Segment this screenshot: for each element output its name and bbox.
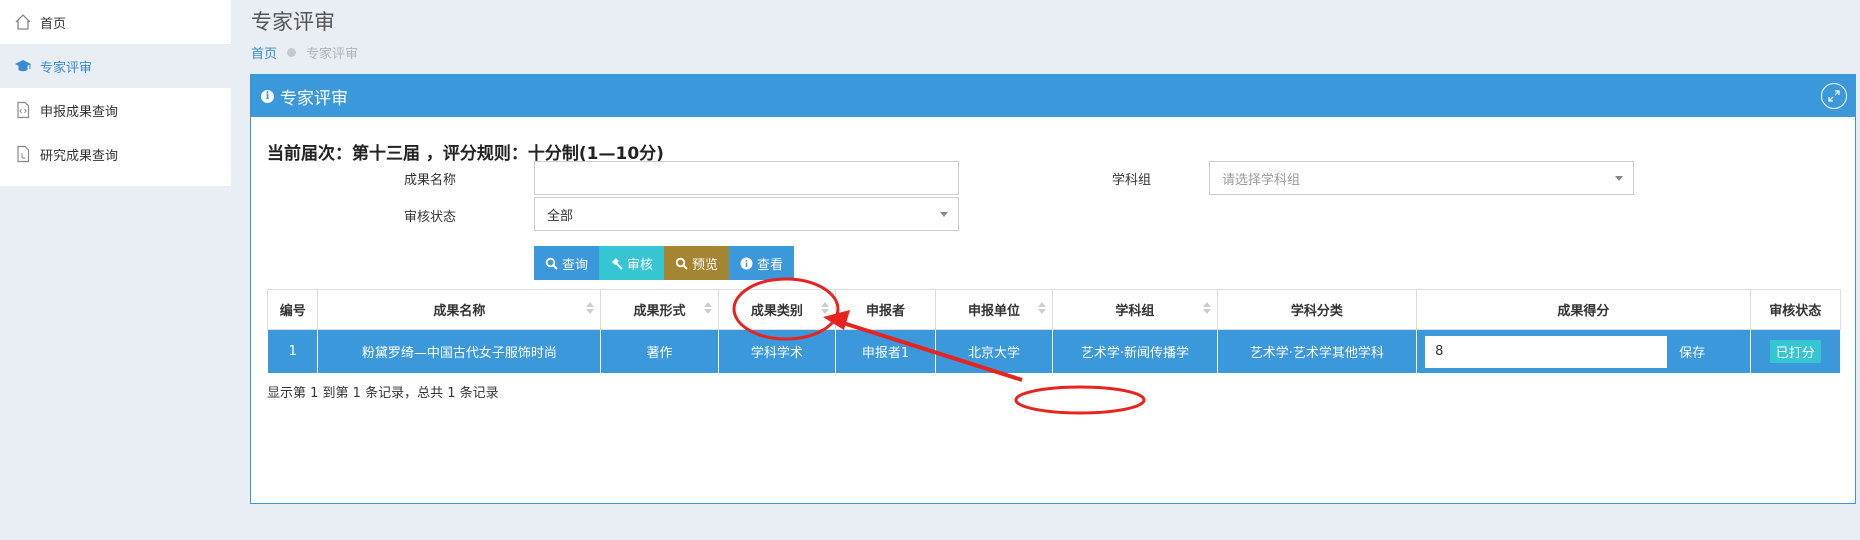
view-button[interactable]: 查看 <box>729 246 795 280</box>
breadcrumb: 首页 专家评审 <box>251 43 358 62</box>
breadcrumb-current: 专家评审 <box>306 47 359 62</box>
expert-review-panel: i 专家评审 当前届次：第十三届 ，评分规则：十分制(1—10分) 成果名称 学… <box>250 74 1856 504</box>
col-header-form[interactable]: 成果形式 <box>600 289 719 330</box>
col-header-applicant[interactable]: 申报者 <box>835 289 936 330</box>
col-header-status[interactable]: 审核状态 <box>1749 289 1842 330</box>
results-table: 编号 成果名称 成果形式 成果类别 申报者 申报单位 学科组 学科分类 成果得分… <box>266 289 1842 374</box>
col-header-category[interactable]: 成果类别 <box>717 289 837 330</box>
sidebar-item-label: 研究成果查询 <box>40 148 119 164</box>
graduation-cap-icon <box>14 57 32 75</box>
pagination-info: 显示第 1 到第 1 条记录，总共 1 条记录 <box>267 386 499 401</box>
cell-category: 学科学术 <box>717 329 837 374</box>
info-icon: i <box>261 89 274 103</box>
cell-score: 8 保存 <box>1416 329 1751 374</box>
search-icon <box>545 257 558 270</box>
code-file-icon <box>14 101 32 119</box>
gavel-icon <box>612 257 623 270</box>
audit-button[interactable]: 审核 <box>599 246 665 280</box>
fullscreen-button[interactable] <box>1821 83 1847 109</box>
query-button[interactable]: 查询 <box>534 246 600 280</box>
status-filter-select[interactable]: 全部 <box>534 197 959 231</box>
sidebar-item-research-query[interactable]: 研究成果查询 <box>0 132 231 176</box>
col-header-no[interactable]: 编号 <box>266 289 319 330</box>
name-filter-label: 成果名称 <box>403 173 456 188</box>
subject-group-label: 学科组 <box>1111 173 1151 188</box>
cell-applicant: 申报者1 <box>835 329 936 374</box>
status-badge: 已打分 <box>1769 340 1821 363</box>
cell-form: 著作 <box>600 329 719 374</box>
preview-button-label: 预览 <box>692 257 719 273</box>
chevron-down-icon <box>940 212 948 217</box>
save-link[interactable]: 保存 <box>1679 342 1705 361</box>
cell-classification: 艺术学·艺术学其他学科 <box>1216 329 1418 374</box>
col-header-score[interactable]: 成果得分 <box>1416 289 1751 330</box>
cell-group: 艺术学·新闻传播学 <box>1052 329 1218 374</box>
view-button-label: 查看 <box>757 257 784 273</box>
table-header-row: 编号 成果名称 成果形式 成果类别 申报者 申报单位 学科组 学科分类 成果得分… <box>266 289 1842 330</box>
sidebar-item-label: 专家评审 <box>40 60 93 76</box>
score-input[interactable]: 8 <box>1425 335 1668 368</box>
cell-unit: 北京大学 <box>934 329 1054 374</box>
status-filter-label: 审核状态 <box>403 210 456 225</box>
expand-icon <box>1828 90 1840 102</box>
panel-title: 专家评审 <box>280 88 348 109</box>
sidebar-item-label: 首页 <box>40 16 67 32</box>
cell-name: 粉黛罗绮—中国古代女子服饰时尚 <box>317 329 602 374</box>
search-icon <box>675 257 688 270</box>
subject-group-select[interactable]: 请选择学科组 <box>1209 161 1634 195</box>
info-circle-icon <box>740 257 753 269</box>
name-filter-input[interactable] <box>534 161 959 195</box>
col-header-name[interactable]: 成果名称 <box>317 289 602 330</box>
col-header-unit[interactable]: 申报单位 <box>934 289 1054 330</box>
sort-icon <box>586 302 595 314</box>
panel-header: i 专家评审 <box>251 75 1855 117</box>
sidebar-item-submission-query[interactable]: 申报成果查询 <box>0 88 231 132</box>
page-title: 专家评审 <box>251 10 335 34</box>
col-header-group[interactable]: 学科组 <box>1052 289 1218 330</box>
table-row[interactable]: 1 粉黛罗绮—中国古代女子服饰时尚 著作 学科学术 申报者1 北京大学 艺术学·… <box>266 329 1842 374</box>
document-icon <box>14 145 32 163</box>
sidebar-item-home[interactable]: 首页 <box>0 0 231 44</box>
sort-icon <box>1038 302 1047 314</box>
preview-button[interactable]: 预览 <box>664 246 730 280</box>
sort-icon <box>1202 302 1211 314</box>
sidebar-item-expert-review[interactable]: 专家评审 <box>0 44 231 88</box>
breadcrumb-home-link[interactable]: 首页 <box>251 43 277 62</box>
audit-button-label: 审核 <box>627 257 654 273</box>
sidebar-item-label: 申报成果查询 <box>40 104 119 120</box>
query-button-label: 查询 <box>562 257 589 273</box>
action-buttons: 查询 审核 预览 查看 <box>534 246 795 280</box>
breadcrumb-separator <box>287 48 297 57</box>
cell-no: 1 <box>266 329 319 374</box>
home-icon <box>14 13 32 31</box>
col-header-classification[interactable]: 学科分类 <box>1216 289 1418 330</box>
chevron-down-icon <box>1615 176 1623 181</box>
subject-group-placeholder: 请选择学科组 <box>1222 172 1301 188</box>
sort-icon <box>821 302 830 314</box>
sort-icon <box>703 302 712 314</box>
cell-status: 已打分 <box>1749 329 1842 374</box>
sidebar: 首页 专家评审 申报成果查询 研究成果查询 <box>0 0 231 186</box>
status-filter-value: 全部 <box>547 208 574 224</box>
